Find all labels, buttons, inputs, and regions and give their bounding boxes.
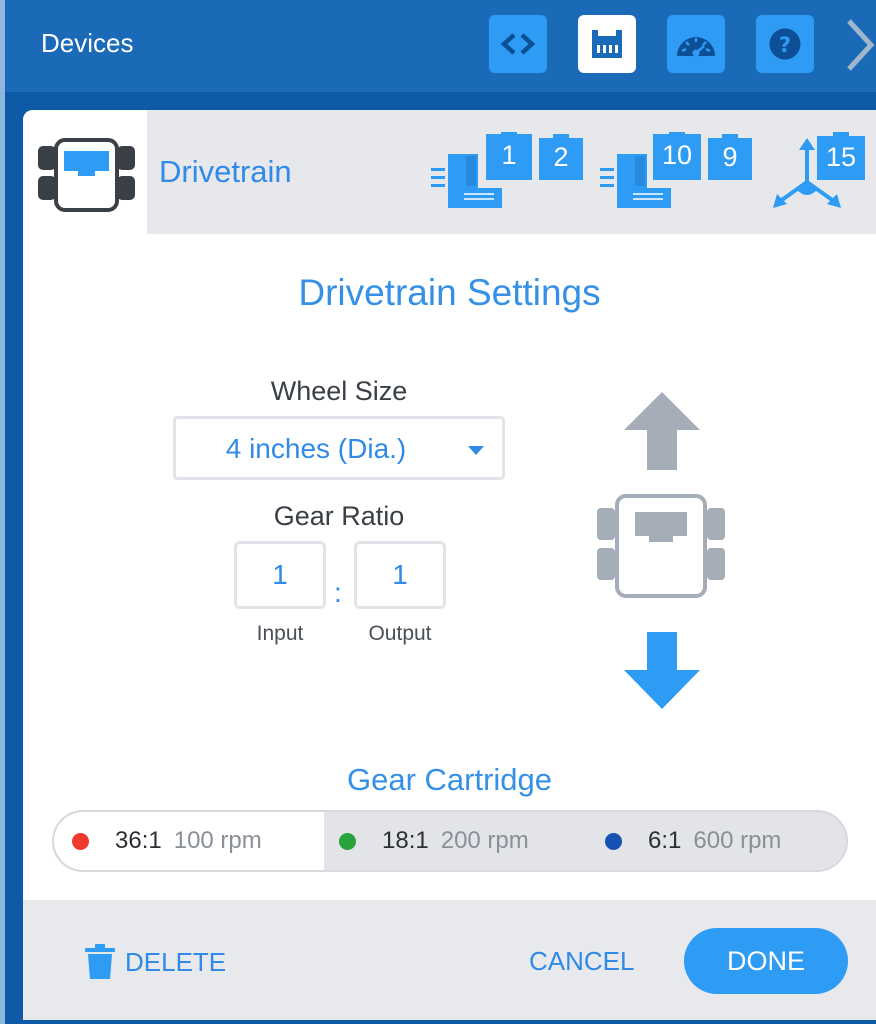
- device-icon-container: [23, 110, 147, 234]
- cartridge-rpm: 100 rpm: [173, 827, 262, 854]
- input-label: Input: [256, 622, 304, 645]
- port-number: 10: [661, 140, 693, 170]
- arrow-up-icon: [624, 392, 700, 470]
- devices-button[interactable]: [578, 15, 636, 73]
- wheel-size-dropdown[interactable]: 4 inches (Dia.): [173, 416, 505, 480]
- dashboard-button[interactable]: [667, 15, 725, 73]
- dialog-footer: DELETE CANCEL DONE: [23, 900, 876, 1020]
- cartridge-ratio: 18:1: [382, 827, 429, 854]
- window-edge: [0, 0, 5, 1024]
- dashboard-gauge-icon: [677, 37, 715, 57]
- gear-ratio-input-field[interactable]: 1: [234, 541, 326, 609]
- code-view-button[interactable]: [489, 15, 547, 73]
- wheel-size-value: 4 inches (Dia.): [225, 433, 407, 464]
- top-bar: Devices ?: [5, 0, 876, 92]
- drivetrain-icon: [38, 138, 135, 212]
- trash-icon: [85, 944, 115, 979]
- delete-button[interactable]: DELETE: [83, 940, 226, 984]
- port-number: 9: [722, 142, 738, 172]
- caret-down-icon: [468, 446, 484, 455]
- svg-text:?: ?: [779, 33, 791, 57]
- next-button[interactable]: [841, 15, 876, 75]
- help-button[interactable]: ?: [756, 15, 814, 73]
- code-icon: [500, 33, 536, 55]
- done-button[interactable]: DONE: [684, 928, 848, 994]
- cartridge-color-dot: [605, 832, 622, 850]
- cartridge-option-18-1[interactable]: 18:1 200 rpm: [339, 812, 589, 870]
- device-header: Drivetrain 1 2 10 9 15: [23, 110, 876, 234]
- device-settings-panel: Drivetrain 1 2 10 9 15 Drivetrain Settin…: [23, 110, 876, 1020]
- cartridge-rpm: 200 rpm: [440, 827, 529, 854]
- chevron-right-icon: [847, 19, 875, 71]
- settings-title: Drivetrain Settings: [298, 272, 601, 313]
- device-name[interactable]: Drivetrain: [159, 154, 292, 190]
- drive-direction-diagram: [597, 392, 725, 709]
- gear-cartridge-selector: 36:1 100 rpm 18:1 200 rpm 6:1 600 rpm: [52, 810, 848, 872]
- gear-cartridge-title: Gear Cartridge: [346, 762, 553, 797]
- cartridge-option-6-1[interactable]: 6:1 600 rpm: [605, 812, 835, 870]
- port-number: 2: [553, 142, 569, 172]
- ethernet-port-icon: [592, 30, 622, 58]
- delete-label: DELETE: [125, 946, 227, 977]
- gear-ratio-output-field[interactable]: 1: [354, 541, 446, 609]
- cartridge-option-36-1[interactable]: 36:1 100 rpm: [72, 812, 322, 870]
- gear-ratio-label: Gear Ratio: [273, 501, 405, 531]
- port-number: 1: [501, 140, 517, 170]
- arrow-down-icon[interactable]: [624, 632, 700, 709]
- cartridge-rpm: 600 rpm: [693, 827, 782, 854]
- output-label: Output: [368, 622, 432, 645]
- port-number: 15: [825, 142, 857, 172]
- help-icon: ?: [769, 28, 801, 60]
- page-title: Devices: [41, 28, 134, 58]
- ratio-separator: :: [334, 577, 342, 608]
- cancel-button[interactable]: CANCEL: [529, 946, 634, 977]
- cartridge-color-dot: [72, 832, 89, 850]
- cartridge-color-dot: [339, 832, 356, 850]
- cartridge-ratio: 36:1: [115, 827, 162, 854]
- cartridge-ratio: 6:1: [648, 827, 682, 854]
- wheel-size-label: Wheel Size: [270, 376, 408, 406]
- robot-icon: [597, 494, 725, 598]
